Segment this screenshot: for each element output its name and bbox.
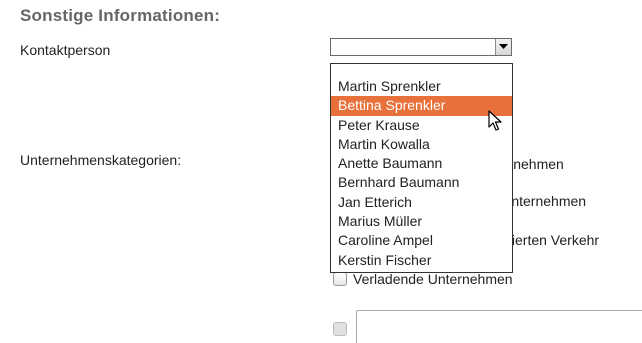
contact-dropdown-list[interactable]: Martin Sprenkler Bettina Sprenkler Peter… <box>330 63 513 273</box>
dropdown-option[interactable]: Martin Sprenkler <box>331 77 512 96</box>
chevron-down-icon <box>499 44 508 49</box>
dropdown-option[interactable]: Bernhard Baumann <box>331 173 512 192</box>
cursor-arrow-icon <box>488 110 502 131</box>
section-title: Sonstige Informationen: <box>20 6 221 25</box>
other-category-checkbox[interactable] <box>333 322 347 336</box>
categories-label: Unternehmenskategorien: <box>20 152 182 168</box>
dropdown-option-highlighted[interactable]: Bettina Sprenkler <box>331 96 512 116</box>
select-arrow-button[interactable] <box>495 39 511 55</box>
page: Sonstige Informationen: Kontaktperson Un… <box>0 0 642 343</box>
dropdown-option[interactable]: Peter Krause <box>331 116 512 135</box>
contact-select[interactable] <box>330 38 512 56</box>
dropdown-option[interactable]: Jan Etterich <box>331 193 512 212</box>
category-option-4[interactable]: Verladende Unternehmen <box>333 271 513 287</box>
dropdown-empty-option[interactable] <box>331 64 512 77</box>
category-text-4: Verladende Unternehmen <box>353 271 513 287</box>
dropdown-option[interactable]: Kerstin Fischer <box>331 251 512 270</box>
category-text-3: inierten Verkehr <box>501 232 600 248</box>
checkbox[interactable] <box>333 272 347 286</box>
dropdown-option[interactable]: Martin Kowalla <box>331 135 512 154</box>
dropdown-option[interactable]: Anette Baumann <box>331 154 512 173</box>
contact-label: Kontaktperson <box>20 42 111 58</box>
dropdown-option[interactable]: Caroline Ampel <box>331 231 512 250</box>
dropdown-option[interactable]: Marius Müller <box>331 212 512 231</box>
other-category-input[interactable] <box>356 310 642 343</box>
